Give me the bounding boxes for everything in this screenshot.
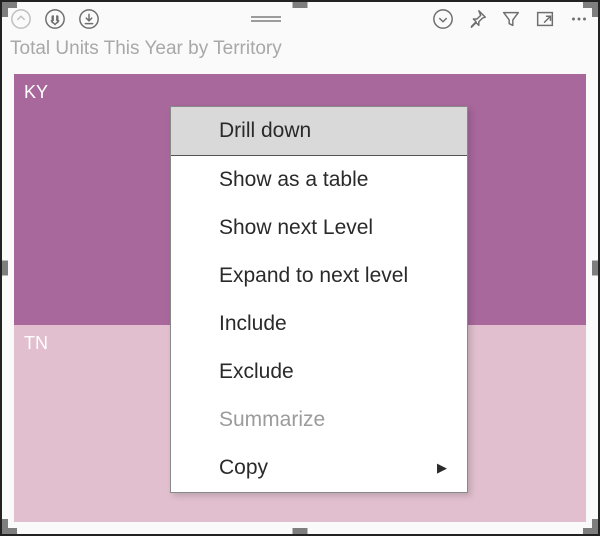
resize-handle[interactable] xyxy=(293,2,308,8)
menu-item-copy[interactable]: Copy ▶ xyxy=(171,444,467,492)
menu-item-show-as-table[interactable]: Show as a table xyxy=(171,156,467,204)
submenu-arrow-icon: ▶ xyxy=(437,460,447,476)
drill-mode-icon[interactable] xyxy=(430,6,456,32)
drill-up-icon[interactable] xyxy=(8,6,34,32)
resize-handle[interactable] xyxy=(2,2,17,8)
pin-icon[interactable] xyxy=(464,6,490,32)
menu-item-label: Include xyxy=(219,312,287,335)
visual-frame: Total Units This Year by Territory KY TN… xyxy=(0,0,600,536)
expand-next-level-icon[interactable] xyxy=(76,6,102,32)
menu-item-summarize: Summarize xyxy=(171,396,467,444)
tile-label: KY xyxy=(24,82,48,102)
menu-item-label: Exclude xyxy=(219,360,294,383)
menu-item-label: Expand to next level xyxy=(219,264,408,287)
context-menu: Drill down Show as a table Show next Lev… xyxy=(170,106,468,493)
menu-item-label: Copy xyxy=(219,456,268,479)
focus-mode-icon[interactable] xyxy=(532,6,558,32)
menu-item-drill-down[interactable]: Drill down xyxy=(171,107,467,156)
menu-item-expand-next-level[interactable]: Expand to next level xyxy=(171,252,467,300)
resize-handle[interactable] xyxy=(583,2,598,8)
menu-item-label: Summarize xyxy=(219,408,325,431)
menu-item-label: Drill down xyxy=(219,119,311,142)
menu-item-label: Show as a table xyxy=(219,168,368,191)
drag-handle-icon[interactable] xyxy=(251,16,281,22)
drill-down-icon[interactable] xyxy=(42,6,68,32)
menu-item-include[interactable]: Include xyxy=(171,300,467,348)
filter-icon[interactable] xyxy=(498,6,524,32)
resize-handle[interactable] xyxy=(583,528,598,534)
more-options-icon[interactable] xyxy=(566,6,592,32)
menu-item-show-next-level[interactable]: Show next Level xyxy=(171,204,467,252)
visual-title: Total Units This Year by Territory xyxy=(2,36,598,66)
resize-handle[interactable] xyxy=(2,261,8,276)
tile-label: TN xyxy=(24,333,48,353)
menu-item-exclude[interactable]: Exclude xyxy=(171,348,467,396)
menu-item-label: Show next Level xyxy=(219,216,373,239)
resize-handle[interactable] xyxy=(293,528,308,534)
resize-handle[interactable] xyxy=(2,528,17,534)
resize-handle[interactable] xyxy=(592,261,598,276)
